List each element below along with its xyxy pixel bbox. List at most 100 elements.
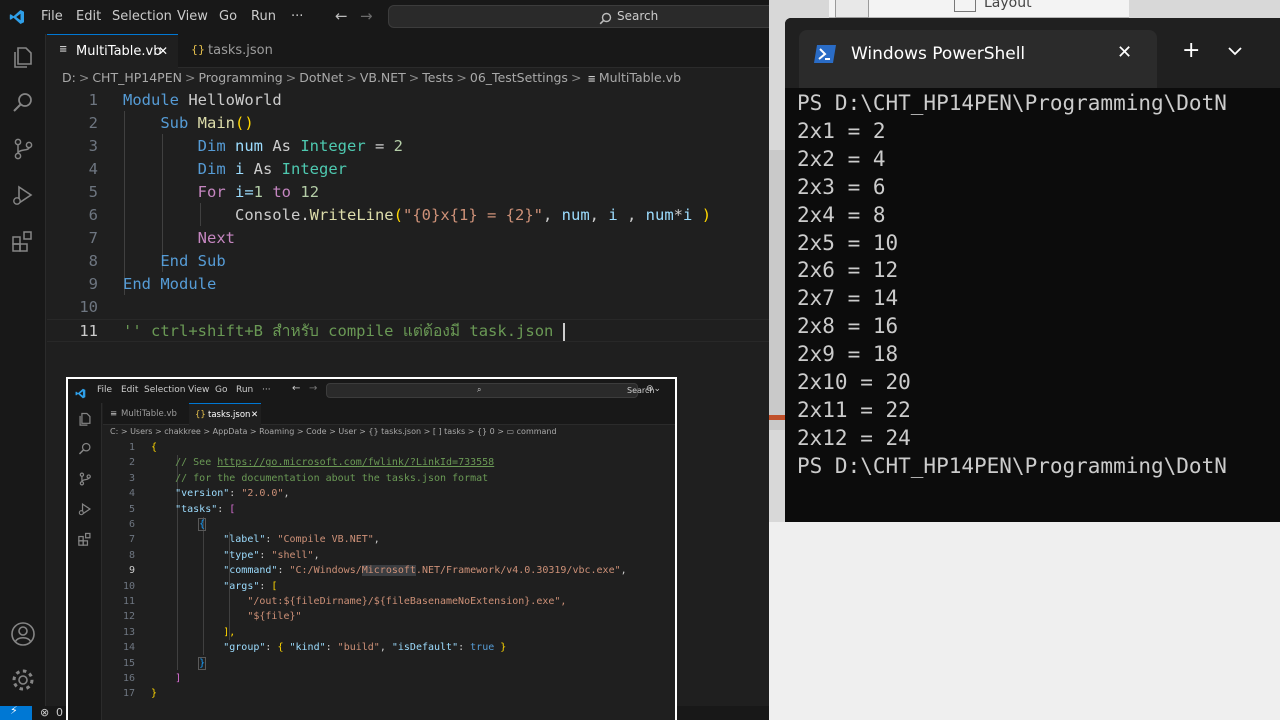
code-editor[interactable]: 1 Module HelloWorld 2 Sub Main() 3 Dim nu… [47,88,769,358]
code-line: 10 [79,298,98,316]
accounts-icon[interactable] [10,621,36,647]
close-tab-icon[interactable]: ✕ [1117,42,1132,63]
code-line: 7 Next [88,229,235,247]
code-line: 13 ], [122,626,236,638]
breadcrumb-item[interactable]: 06_TestSettings [470,70,568,85]
back-arrow-icon[interactable]: ← [335,7,348,25]
menu-more[interactable]: ··· [291,9,303,24]
terminal-output[interactable]: PS D:\CHT_HP14PEN\Programming\DotN 2x1 = … [797,90,1227,481]
extensions-icon[interactable] [77,531,93,547]
thumbnail-icon [835,0,869,18]
terminal-line: 2x9 = 18 [797,342,899,367]
json-file-icon: {} [195,410,206,420]
terminal-line: PS D:\CHT_HP14PEN\Programming\DotN [797,453,1227,478]
search-icon[interactable] [10,90,36,116]
command-center-search[interactable]: Search [388,5,769,28]
source-control-icon[interactable] [77,471,93,487]
vb-file-icon: ≡ [587,74,596,85]
terminal-tab-powershell[interactable]: Windows PowerShell ✕ [799,30,1157,88]
tab-tasks-json[interactable]: {} tasks.json ✕ [189,403,261,425]
inner-activity-bar [68,403,102,720]
terminal-line: 2x3 = 6 [797,174,886,199]
breadcrumb-item[interactable]: MultiTable.vb [599,70,681,85]
explorer-icon[interactable] [10,44,36,70]
breadcrumb-item[interactable]: Tests [422,70,453,85]
code-line: 4 "version": "2.0.0", [128,488,290,500]
title-bar: File Edit Selection View Go Run ··· ← → … [0,0,769,34]
run-debug-icon[interactable] [77,501,93,517]
code-line: 8 End Sub [88,252,226,270]
close-icon[interactable]: ✕ [158,44,168,58]
code-line: 1{ [128,442,158,453]
search-icon [599,10,612,29]
vscode-logo-icon [9,9,25,29]
code-line: 9 End Module [88,275,217,293]
extensions-icon[interactable] [10,228,36,254]
command-center-search[interactable]: ⌕ Search [326,383,654,398]
breadcrumb-item[interactable]: CHT_HP14PEN [92,70,182,85]
breadcrumb-item[interactable]: D: [62,70,76,85]
code-line: 3 // for the documentation about the tas… [128,472,489,484]
menu-go[interactable]: Go [215,385,227,395]
breadcrumb-item[interactable]: VB.NET [360,70,406,85]
code-line: 6 { [128,518,207,531]
code-line: 12 "${file}" [122,611,302,623]
breadcrumb: D: > CHT_HP14PEN > Programming > DotNet > VB.NET… [62,70,682,85]
menu-view[interactable]: View [188,385,209,395]
forward-arrow-icon[interactable]: → [360,7,373,25]
menu-selection[interactable]: Selection [112,9,172,24]
search-icon[interactable] [77,441,93,457]
vb-file-icon: ≡ [110,409,118,419]
code-line: 6 Console.WriteLine("{0}x{1} = {2}", num… [88,206,712,224]
menu-selection[interactable]: Selection [144,385,185,395]
terminal-line: 2x12 = 24 [797,425,911,450]
error-count-icon[interactable]: ⊗ [40,706,49,719]
code-line: 2 // See https://go.microsoft.com/fwlink… [128,457,495,469]
code-line: 2 Sub Main() [88,114,254,132]
run-debug-icon[interactable] [10,182,36,208]
dropdown-chevron-icon[interactable] [1228,44,1242,60]
menu-go[interactable]: Go [219,9,237,24]
menu-file[interactable]: File [97,385,112,395]
breadcrumb-item[interactable]: Programming [198,70,282,85]
close-icon[interactable]: ✕ [251,410,258,420]
layout-label[interactable]: Layout [984,0,1032,11]
code-line: 8 "type": "shell", [128,549,320,561]
embedded-screenshot-tasks-json: File Edit Selection View Go Run ··· ← → … [66,377,677,720]
code-line: 7 "label": "Compile VB.NET", [128,534,380,546]
remote-indicator[interactable]: ⚡ [0,704,32,720]
error-count[interactable]: 0 [56,706,63,719]
code-line: 15 } [122,656,207,670]
code-line-current: 9 "command": "C:/Windows/Microsoft.NET/F… [128,565,627,577]
tab-multitable-vb[interactable]: ≡ MultiTable.vb ✕ [47,34,178,68]
code-line: 1 Module HelloWorld [88,91,282,109]
menu-run[interactable]: Run [236,385,253,395]
menu-more[interactable]: ··· [262,385,271,395]
new-tab-plus-icon[interactable]: + [1182,38,1200,63]
menu-file[interactable]: File [41,9,63,24]
terminal-line: 2x11 = 22 [797,397,911,422]
vb-file-icon: ≡ [59,44,68,55]
background-window-toolbar: Layout [829,0,1129,18]
copilot-icon[interactable]: ⊜⌄ [646,384,661,394]
menu-view[interactable]: View [177,9,208,24]
terminal-line: 2x4 = 8 [797,202,886,227]
breadcrumb-item[interactable]: DotNet [299,70,343,85]
source-control-icon[interactable] [10,136,36,162]
back-arrow-icon[interactable]: ← [292,383,300,394]
menu-edit[interactable]: Edit [76,9,101,24]
terminal-line: PS D:\CHT_HP14PEN\Programming\DotN [797,91,1227,115]
menu-run[interactable]: Run [251,9,276,24]
inner-breadcrumb: C: > Users > chakkree > AppData > Roamin… [110,427,557,436]
search-label: Search [617,9,659,23]
tab-multitable-vb[interactable]: ≡ MultiTable.vb [103,403,189,425]
forward-arrow-icon[interactable]: → [309,383,317,394]
code-line: 3 Dim num As Integer = 2 [88,137,404,155]
powershell-icon [813,44,837,68]
menu-edit[interactable]: Edit [121,385,138,395]
powershell-window: Windows PowerShell ✕ + PS D:\CHT_HP14PEN… [785,18,1280,522]
tab-tasks-json[interactable]: {} tasks.json [178,34,273,68]
settings-gear-icon[interactable] [10,667,36,693]
code-line-current: 11 '' ctrl+shift+B สำหรับ compile แต่ต้อง… [47,319,769,342]
explorer-icon[interactable] [77,411,93,427]
